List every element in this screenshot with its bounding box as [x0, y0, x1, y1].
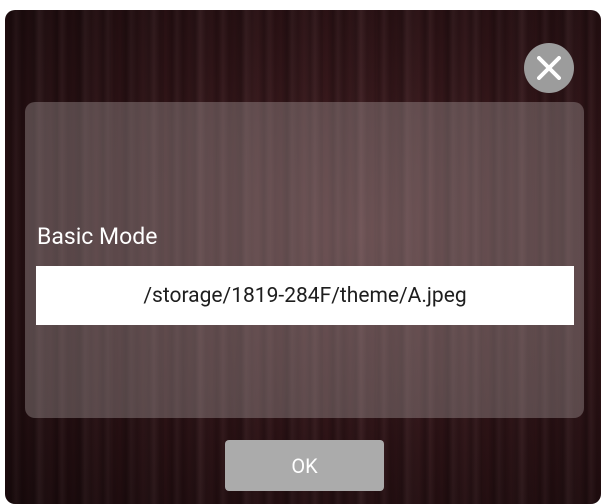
- theme-dialog: Basic Mode /storage/1819-284F/theme/A.jp…: [5, 10, 601, 504]
- close-button[interactable]: [524, 43, 574, 93]
- mode-label: Basic Mode: [37, 223, 158, 250]
- close-icon: [537, 56, 561, 80]
- content-panel: Basic Mode /storage/1819-284F/theme/A.jp…: [25, 102, 584, 418]
- file-path-field[interactable]: /storage/1819-284F/theme/A.jpeg: [36, 266, 574, 325]
- ok-button[interactable]: OK: [225, 440, 384, 491]
